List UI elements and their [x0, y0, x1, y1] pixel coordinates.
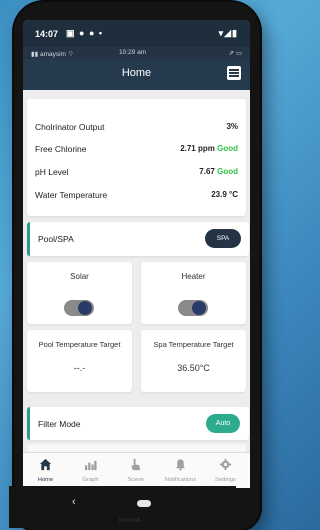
- stat-label: pH Level: [35, 167, 69, 177]
- solar-toggle[interactable]: [64, 300, 94, 316]
- pool-spa-label: Pool/SPA: [38, 234, 74, 244]
- stat-value-group: 2.71 ppm Good: [180, 144, 238, 153]
- status-badge-good: Good: [217, 144, 238, 153]
- spa-temp-target-card[interactable]: Spa Temperature Target 36.50°C: [141, 330, 246, 392]
- pool-temp-target-label: Pool Temperature Target: [38, 340, 121, 349]
- tab-home[interactable]: Home: [23, 453, 68, 488]
- page-title: Home: [121, 67, 152, 79]
- spa-temp-target-label: Spa Temperature Target: [153, 340, 234, 349]
- status-badge-good: Good: [217, 167, 238, 176]
- tab-label: Settings: [215, 477, 236, 483]
- stat-row-free-chlorine: Free Chlorine 2.71 ppm Good: [35, 141, 238, 157]
- filter-mode-label: Filter Mode: [38, 419, 81, 429]
- tab-notifications[interactable]: Notifications: [158, 453, 203, 488]
- tab-graph[interactable]: Graph: [68, 453, 113, 488]
- solar-card: Solar: [27, 262, 132, 324]
- phone-frame: 14:07 ▣ ● ● • ▾◢▮ ▮▮ amaysim ⌔ 10:29 am …: [14, 2, 260, 530]
- app-status-bar: ▮▮ amaysim ⌔ 10:29 am ⇗ ▭: [23, 47, 250, 59]
- spa-button[interactable]: SPA: [205, 229, 241, 248]
- back-icon[interactable]: ‹: [72, 496, 76, 508]
- solar-label: Solar: [70, 272, 89, 281]
- scene-icon: [131, 458, 141, 471]
- pool-temp-target-value: --.-: [73, 363, 86, 373]
- stat-row-water-temp: Water Temperature 23.9 °C: [35, 187, 238, 203]
- spa-temp-target-value: 36.50°C: [177, 363, 210, 373]
- stat-label: Water Temperature: [35, 190, 108, 200]
- tab-settings[interactable]: Settings: [203, 453, 248, 488]
- toggle-knob: [192, 301, 206, 315]
- screen: 14:07 ▣ ● ● • ▾◢▮ ▮▮ amaysim ⌔ 10:29 am …: [23, 20, 250, 488]
- app-status-time: 10:29 am: [119, 49, 147, 56]
- signal-battery-icons: ▾◢▮: [218, 28, 238, 38]
- menu-icon[interactable]: [227, 66, 241, 80]
- tab-label: Notifications: [164, 477, 197, 483]
- heater-label: Heater: [181, 272, 206, 281]
- carrier-label: ▮▮ amaysim ⌔: [31, 51, 74, 58]
- pool-temp-target-card[interactable]: Pool Temperature Target --.-: [27, 330, 132, 392]
- stat-value: 3%: [226, 122, 238, 131]
- stat-row-ph: pH Level 7.67 Good: [35, 164, 238, 180]
- toggle-knob: [78, 301, 92, 315]
- graph-icon: [84, 460, 97, 471]
- filter-mode-card: Filter Mode Auto: [27, 407, 249, 440]
- tab-label: Graph: [82, 477, 99, 483]
- android-nav-bar: ‹ NOKIA: [9, 486, 236, 528]
- tab-bar: Home Graph Scene Notifications Settings: [23, 452, 250, 488]
- auto-button[interactable]: Auto: [206, 414, 240, 433]
- stat-value: 7.67: [199, 167, 215, 176]
- app-status-icons: ⇗ ▭: [228, 50, 242, 57]
- gear-icon: [219, 458, 232, 471]
- heater-card: Heater: [141, 262, 246, 324]
- bell-icon: [175, 459, 186, 471]
- home-pill-icon[interactable]: [137, 500, 151, 507]
- stat-label: Free Chlorine: [35, 144, 87, 154]
- heater-toggle[interactable]: [178, 300, 208, 316]
- stat-value: 23.9 °C: [211, 190, 238, 199]
- stat-row-cholrinator: Cholrinator Output 3%: [35, 119, 238, 135]
- notification-icons: ▣ ● ● •: [66, 28, 104, 38]
- tab-label: Home: [37, 477, 54, 483]
- status-time: 14:07: [35, 29, 59, 39]
- home-icon: [39, 458, 52, 471]
- system-status-bar: 14:07 ▣ ● ● • ▾◢▮: [23, 20, 250, 47]
- water-stats-card: Cholrinator Output 3% Free Chlorine 2.71…: [27, 99, 246, 216]
- tab-label: Scene: [127, 477, 144, 483]
- stat-value-group: 7.67 Good: [199, 167, 238, 176]
- stat-label: Cholrinator Output: [35, 122, 105, 132]
- tab-scene[interactable]: Scene: [113, 453, 158, 488]
- pool-spa-card: Pool/SPA SPA: [27, 222, 249, 256]
- stat-value: 2.71 ppm: [180, 144, 215, 153]
- app-header: Home: [23, 59, 250, 90]
- device-brand-logo: NOKIA: [118, 518, 142, 524]
